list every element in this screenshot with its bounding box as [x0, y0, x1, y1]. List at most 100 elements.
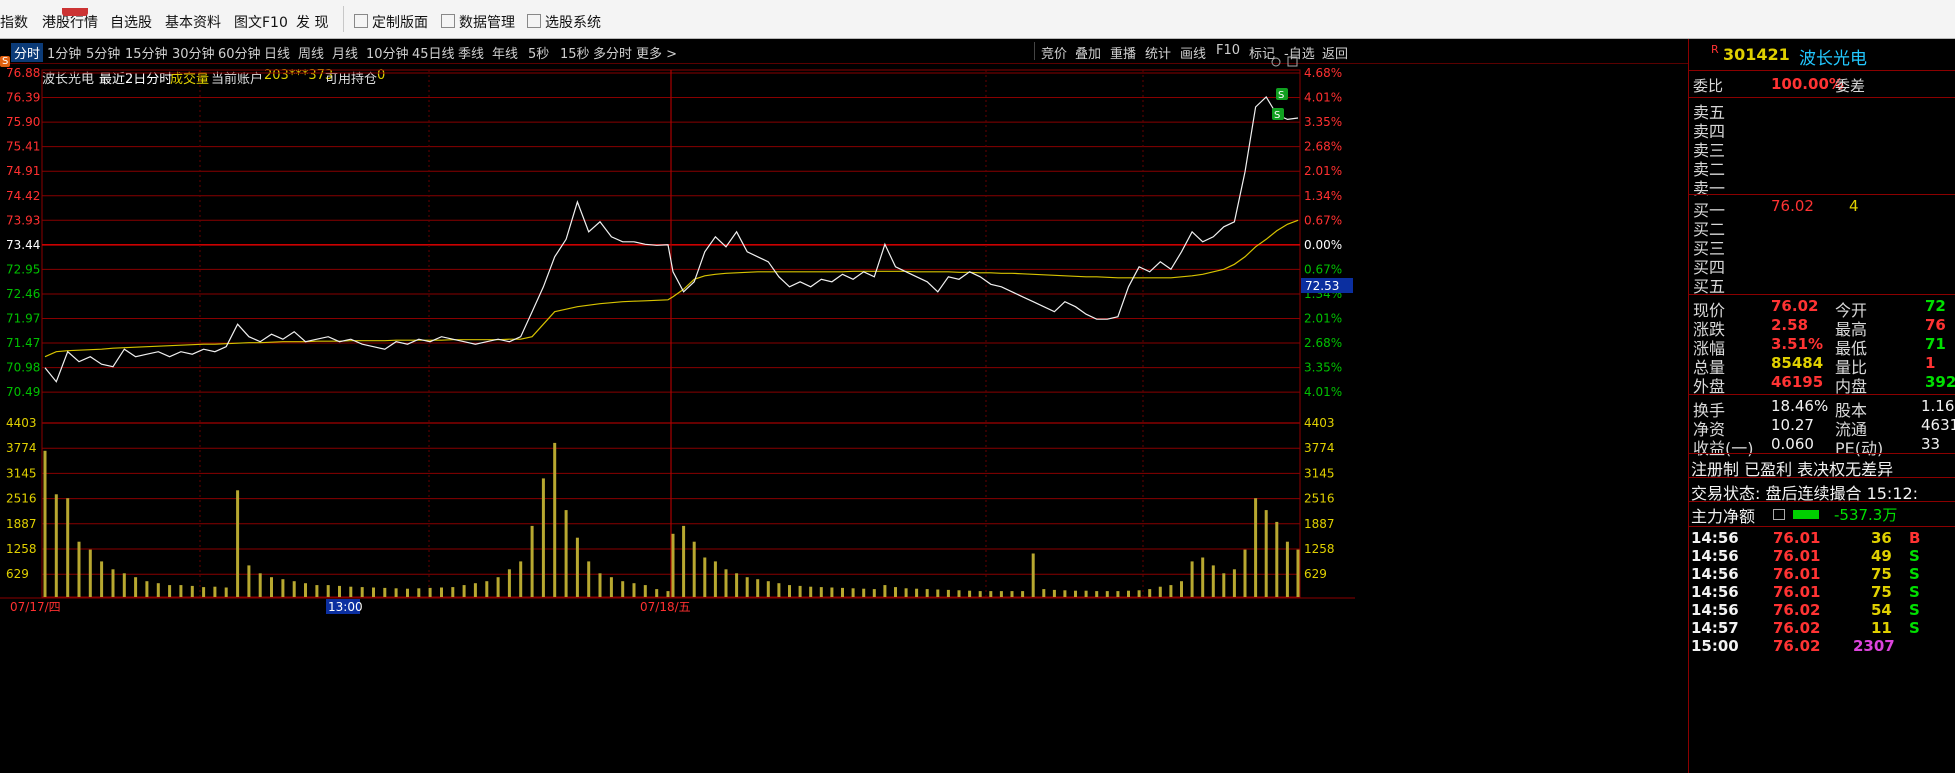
volume-bar — [777, 583, 781, 597]
tick-direction: S — [1909, 601, 1920, 619]
volume-bar — [666, 591, 670, 597]
cursor-price-label: 72.53 — [1305, 279, 1339, 293]
price-axis-left: 76.88 76.39 75.90 75.41 74.91 74.42 73.93 73.44… — [6, 66, 40, 581]
tick-time: 15:00 — [1691, 637, 1739, 655]
price-tick-label: 71.97 — [6, 312, 40, 326]
stat-value: 1 — [1925, 354, 1936, 372]
volume-bar — [66, 498, 70, 597]
volume-bar — [766, 581, 770, 597]
tick-price: 76.02 — [1773, 601, 1821, 619]
quote-panel: R 301421 波长光电 委比 100.00% 委差 卖五 卖四 卖三 卖二 卖一 买… — [1688, 39, 1955, 773]
volume-bar — [621, 581, 625, 597]
volume-bar — [1169, 585, 1173, 597]
price-tick-label: 76.39 — [6, 91, 40, 105]
volume-bar — [1010, 591, 1014, 597]
tick-price: 76.01 — [1773, 565, 1821, 583]
volume-bar — [798, 585, 802, 597]
volume-bar — [936, 589, 940, 597]
divider — [1689, 70, 1955, 71]
pct-tick-label: 2.01% — [1304, 164, 1342, 178]
stock-code: 301421 — [1723, 45, 1790, 64]
volume-tick-label: 629 — [1304, 567, 1327, 581]
tick-direction: B — [1909, 529, 1921, 547]
volume-bar — [122, 573, 126, 597]
volume-bar — [598, 573, 602, 597]
stat-value: 1.16 — [1921, 397, 1955, 415]
volume-bar — [735, 573, 739, 597]
chart-grid — [41, 69, 1301, 598]
volume-bar — [1243, 549, 1247, 597]
stat-value: 18.46% — [1771, 397, 1829, 415]
price-tick-label: 72.95 — [6, 262, 40, 276]
volume-bar — [485, 581, 489, 597]
pct-tick-label: 2.68% — [1304, 140, 1342, 154]
pct-tick-label: 0.67% — [1304, 213, 1342, 227]
volume-bar — [1285, 541, 1289, 597]
main-net-label: 主力净额 — [1691, 507, 1756, 526]
volume-bar — [1158, 586, 1162, 597]
stat-value: 33 — [1921, 435, 1941, 453]
volume-bar — [1074, 590, 1077, 597]
zoom-icon — [1271, 57, 1281, 67]
volume-bar — [111, 569, 115, 597]
volume-bar — [383, 587, 387, 597]
volume-tick-label: 4403 — [6, 416, 37, 430]
price-tick-label: 76.88 — [6, 66, 40, 80]
volume-bar — [745, 577, 749, 597]
volume-tick-label: 3774 — [6, 441, 37, 455]
tick-price: 76.01 — [1773, 583, 1821, 601]
volume-bar — [632, 583, 636, 597]
volume-bar — [1190, 561, 1194, 597]
buy-level-volume: 4 — [1849, 197, 1859, 215]
tick-time: 14:57 — [1691, 619, 1739, 637]
tick-volume: 75 — [1871, 565, 1892, 583]
volume-bar — [451, 587, 455, 597]
volume-bar — [236, 490, 240, 597]
stock-name: 波长光电 — [1799, 49, 1867, 69]
tick-direction: S — [1909, 565, 1920, 583]
volume-bar — [575, 537, 579, 597]
price-tick-label: 74.42 — [6, 189, 40, 203]
volume-bar — [1222, 573, 1226, 597]
volume-bar — [564, 510, 568, 597]
volume-bar — [1127, 590, 1130, 597]
volume-bar — [1180, 581, 1183, 597]
volume-bar — [999, 591, 1003, 597]
volume-bar — [809, 586, 813, 597]
buy-level-price: 76.02 — [1771, 197, 1814, 215]
volume-bar — [1275, 521, 1279, 597]
volume-bar — [609, 577, 613, 597]
volume-bar — [258, 573, 262, 597]
volume-bar — [292, 581, 296, 597]
volume-bar — [989, 591, 993, 597]
volume-bar — [179, 585, 183, 597]
volume-tick-label: 1258 — [1304, 542, 1335, 556]
volume-bar — [315, 585, 319, 597]
volume-bar — [703, 557, 707, 597]
volume-bar — [349, 586, 353, 597]
volume-bar — [281, 579, 285, 597]
volume-bar — [338, 585, 341, 597]
volume-bar — [655, 589, 659, 597]
volume-tick-label: 4403 — [1304, 416, 1335, 430]
price-tick-label: 73.44 — [6, 238, 40, 252]
weicha-label: 委差 — [1835, 77, 1866, 95]
volume-bar — [682, 525, 686, 597]
main-net-toggle-icon[interactable] — [1773, 509, 1785, 520]
volume-bar — [54, 494, 58, 597]
volume-bar — [841, 587, 844, 597]
intraday-chart[interactable]: 76.88 76.39 75.90 75.41 74.91 74.42 73.93 73.44… — [0, 0, 1688, 773]
volume-bar — [819, 587, 823, 597]
volume-bar — [406, 588, 409, 597]
volume-bar — [788, 585, 791, 597]
volume-bar — [957, 590, 961, 597]
weibi-value: 100.00% — [1771, 75, 1844, 93]
price-tick-label: 75.41 — [6, 140, 40, 154]
volume-bar — [1095, 591, 1099, 597]
tick-volume: 75 — [1871, 583, 1892, 601]
volume-bar — [541, 478, 545, 597]
volume-bar — [587, 561, 591, 597]
divider — [1689, 526, 1955, 527]
pct-tick-label: 3.35% — [1304, 115, 1342, 129]
tick-price: 76.01 — [1773, 529, 1821, 547]
